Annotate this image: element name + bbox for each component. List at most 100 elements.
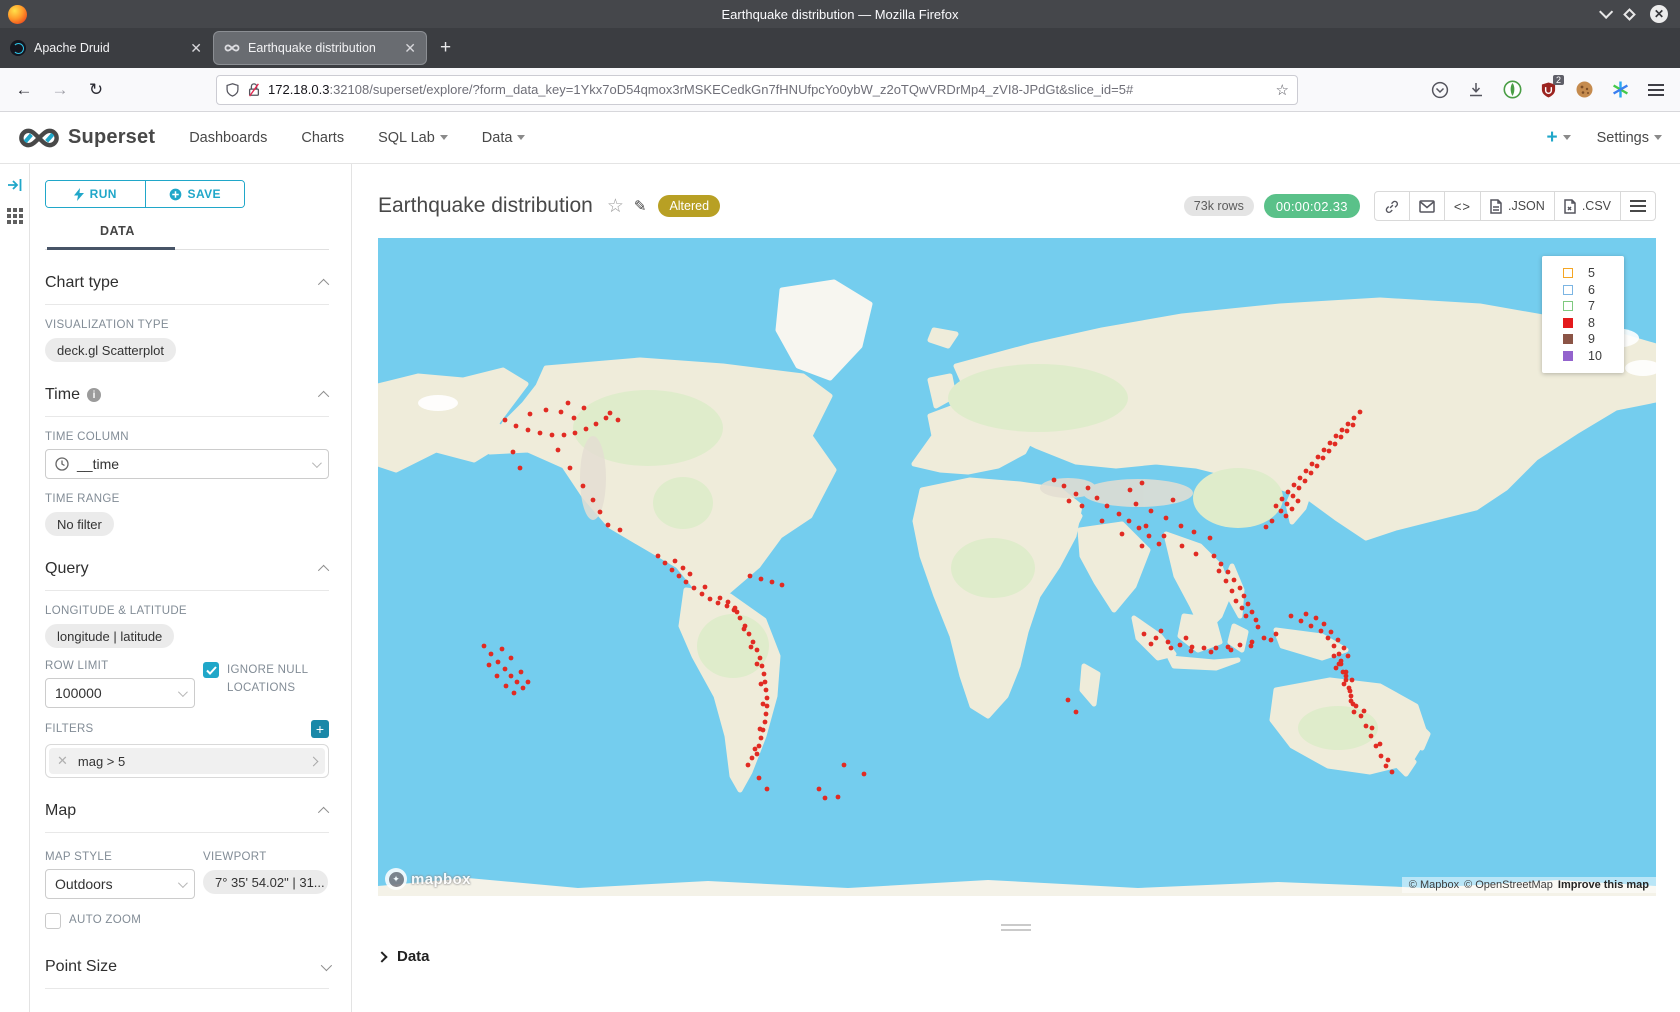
run-button[interactable]: RUN [46,181,145,207]
legend-item-8[interactable]: 8 [1563,315,1624,332]
row-limit-select[interactable]: 100000 [45,678,195,708]
chevron-up-icon [318,391,329,402]
ignore-null-checkbox[interactable] [203,662,219,678]
insecure-lock-icon[interactable] [247,82,261,98]
earthquake-point [862,772,867,777]
remove-filter-icon[interactable]: ✕ [57,753,68,769]
earthquake-point [556,448,561,453]
legend-item-7[interactable]: 7 [1563,298,1624,315]
legend-item-9[interactable]: 9 [1563,331,1624,348]
attribution-osm[interactable]: © OpenStreetMap [1464,879,1553,891]
map-style-select[interactable]: Outdoors [45,869,195,899]
section-time[interactable]: Timei [45,362,329,417]
attribution-improve-link[interactable]: Improve this map [1558,879,1649,891]
nav-charts[interactable]: Charts [301,130,344,146]
earthquake-point [1212,554,1217,559]
export-csv-button[interactable]: .CSV [1554,191,1621,221]
deckgl-scatter-map[interactable]: 56789 10 ✦ mapbox © Mapbox © OpenStreetMa… [378,238,1656,896]
back-button[interactable]: ← [14,80,34,100]
earthquake-point [526,428,531,433]
lonlat-value[interactable]: longitude | latitude [45,624,174,648]
legend-item-10[interactable]: 10 [1563,348,1624,365]
downloads-icon[interactable] [1466,80,1486,100]
reload-button[interactable]: ↻ [86,80,106,100]
forward-button[interactable]: → [50,80,70,100]
add-filter-button[interactable]: + [311,720,329,738]
tab-data[interactable]: DATA [100,224,135,249]
ublock-origin-icon[interactable]: 2 [1538,80,1558,100]
panel-drag-handle[interactable] [1001,924,1031,934]
earthquake-point [1240,606,1245,611]
edit-properties-icon[interactable]: ✎ [634,197,647,215]
tracking-shield-icon[interactable] [225,82,240,98]
legend-item-5[interactable]: 5 [1563,265,1624,282]
chart-menu-button[interactable] [1620,191,1656,221]
earthquake-point [1190,645,1195,650]
legend-label: 9 [1588,332,1595,346]
export-json-button[interactable]: .JSON [1480,191,1555,221]
mapbox-logo[interactable]: ✦ mapbox [385,868,471,890]
earthquake-point [763,720,768,725]
earthquake-point [528,412,533,417]
save-button[interactable]: SAVE [145,181,245,207]
section-point-size[interactable]: Point Size [45,930,329,989]
window-close-icon[interactable]: ✕ [1650,5,1668,23]
new-tab-button[interactable]: + [440,37,451,59]
visualization-type-value[interactable]: deck.gl Scatterplot [45,338,176,362]
section-map[interactable]: Map [45,778,329,833]
dataset-grid-icon[interactable] [7,208,23,224]
earthquake-point [1062,484,1067,489]
section-query[interactable]: Query [45,536,329,591]
earthquake-point [842,763,847,768]
data-panel-toggle[interactable]: Data [378,948,430,965]
earthquake-point [1322,448,1327,453]
tab-close-icon[interactable]: ✕ [190,40,202,57]
chevron-right-icon [376,951,387,962]
earthquake-point [751,640,756,645]
asterisk-extension-icon[interactable] [1610,80,1630,100]
bookmark-star-icon[interactable]: ☆ [1276,81,1289,99]
tab-close-icon[interactable]: ✕ [404,40,416,57]
land-iceland [930,330,956,346]
window-maximize-icon[interactable] [1623,8,1636,21]
menu-hamburger-icon[interactable] [1646,80,1666,100]
new-item-button[interactable]: + [1546,127,1570,149]
favorite-star-icon[interactable]: ☆ [607,195,624,218]
chevron-right-icon [309,756,319,766]
browser-titlebar: Earthquake distribution — Mozilla Firefo… [0,0,1680,28]
nav-sql-lab[interactable]: SQL Lab [378,130,448,146]
tab-apache-druid[interactable]: Apache Druid ✕ [0,28,212,68]
time-column-select[interactable]: __time [45,449,329,479]
tab-earthquake-distribution[interactable]: Earthquake distribution ✕ [214,32,426,64]
embed-code-button[interactable]: <> [1444,191,1481,221]
url-bar[interactable]: 172.18.0.3:32108/superset/explore/?form_… [216,75,1298,105]
altered-badge[interactable]: Altered [658,195,720,217]
privacy-badger-icon[interactable] [1502,80,1522,100]
earthquake-point [606,523,611,528]
nav-data[interactable]: Data [482,130,526,146]
earthquake-point [1339,435,1344,440]
nav-dashboards[interactable]: Dashboards [189,130,267,146]
filter-item[interactable]: ✕ mag > 5 [49,748,325,774]
window-minimize-icon[interactable] [1599,5,1613,19]
pocket-icon[interactable] [1430,80,1450,100]
earthquake-point [526,680,531,685]
collapse-panel-icon[interactable] [7,178,23,192]
earthquake-point [1128,488,1133,493]
url-text[interactable]: 172.18.0.3:32108/superset/explore/?form_… [268,82,1269,97]
email-button[interactable] [1409,191,1445,221]
cookie-extension-icon[interactable] [1574,80,1594,100]
legend-item-6[interactable]: 6 [1563,282,1624,299]
earthquake-point [1086,486,1091,491]
earthquake-point [1080,504,1085,509]
attribution-mapbox[interactable]: © Mapbox [1409,879,1459,891]
section-chart-type[interactable]: Chart type [45,250,329,305]
settings-menu[interactable]: Settings [1597,130,1662,146]
superset-brand[interactable]: Superset [18,126,155,150]
auto-zoom-checkbox[interactable] [45,913,61,929]
copy-link-button[interactable] [1374,191,1410,221]
mapbox-logo-icon: ✦ [385,868,407,890]
time-range-value[interactable]: No filter [45,512,114,536]
viewport-value[interactable]: 7° 35' 54.02" | 31... [203,870,328,894]
earthquake-point [1340,428,1345,433]
